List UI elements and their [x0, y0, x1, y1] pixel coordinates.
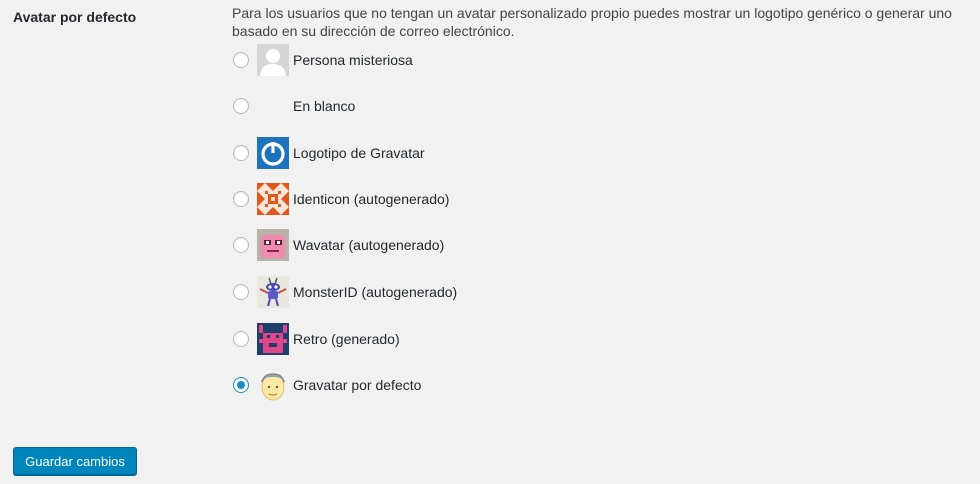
- radio-wavatar[interactable]: [233, 237, 249, 253]
- radio-default-gravatar[interactable]: [233, 377, 249, 393]
- avatar-option-blank[interactable]: En blanco: [233, 90, 355, 122]
- default-gravatar-icon: [257, 369, 289, 401]
- monsterid-icon: [257, 276, 289, 308]
- avatar-option-gravatar-logo[interactable]: Logotipo de Gravatar: [233, 137, 425, 169]
- radio-retro[interactable]: [233, 331, 249, 347]
- avatar-option-retro[interactable]: Retro (generado): [233, 323, 400, 355]
- avatar-option-wavatar[interactable]: Wavatar (autogenerado): [233, 229, 444, 261]
- option-label: Wavatar (autogenerado): [293, 237, 445, 253]
- save-changes-button[interactable]: Guardar cambios: [13, 447, 137, 475]
- section-description: Para los usuarios que no tengan un avata…: [232, 5, 952, 39]
- radio-monsterid[interactable]: [233, 284, 249, 300]
- radio-mystery-person[interactable]: [233, 52, 249, 68]
- mystery-person-icon: [257, 44, 289, 76]
- radio-gravatar-logo[interactable]: [233, 145, 249, 161]
- blank-avatar-icon: [257, 90, 289, 122]
- avatar-option-mystery-person[interactable]: Persona misteriosa: [233, 44, 413, 76]
- option-label: Retro (generado): [293, 331, 400, 347]
- option-label: Logotipo de Gravatar: [293, 145, 425, 161]
- avatar-option-identicon[interactable]: Identicon (autogenerado): [233, 183, 449, 215]
- section-heading: Avatar por defecto: [13, 9, 137, 25]
- avatar-option-default-gravatar[interactable]: Gravatar por defecto: [233, 369, 421, 401]
- gravatar-logo-icon: [257, 137, 289, 169]
- retro-icon: [257, 323, 289, 355]
- option-label: En blanco: [293, 98, 356, 114]
- avatar-option-monsterid[interactable]: MonsterID (autogenerado): [233, 276, 457, 308]
- radio-identicon[interactable]: [233, 191, 249, 207]
- option-label: Identicon (autogenerado): [293, 191, 450, 207]
- wavatar-icon: [257, 229, 289, 261]
- identicon-icon: [257, 183, 289, 215]
- option-label: Persona misteriosa: [293, 52, 413, 68]
- radio-blank[interactable]: [233, 98, 249, 114]
- option-label: MonsterID (autogenerado): [293, 284, 458, 300]
- option-label: Gravatar por defecto: [293, 377, 422, 393]
